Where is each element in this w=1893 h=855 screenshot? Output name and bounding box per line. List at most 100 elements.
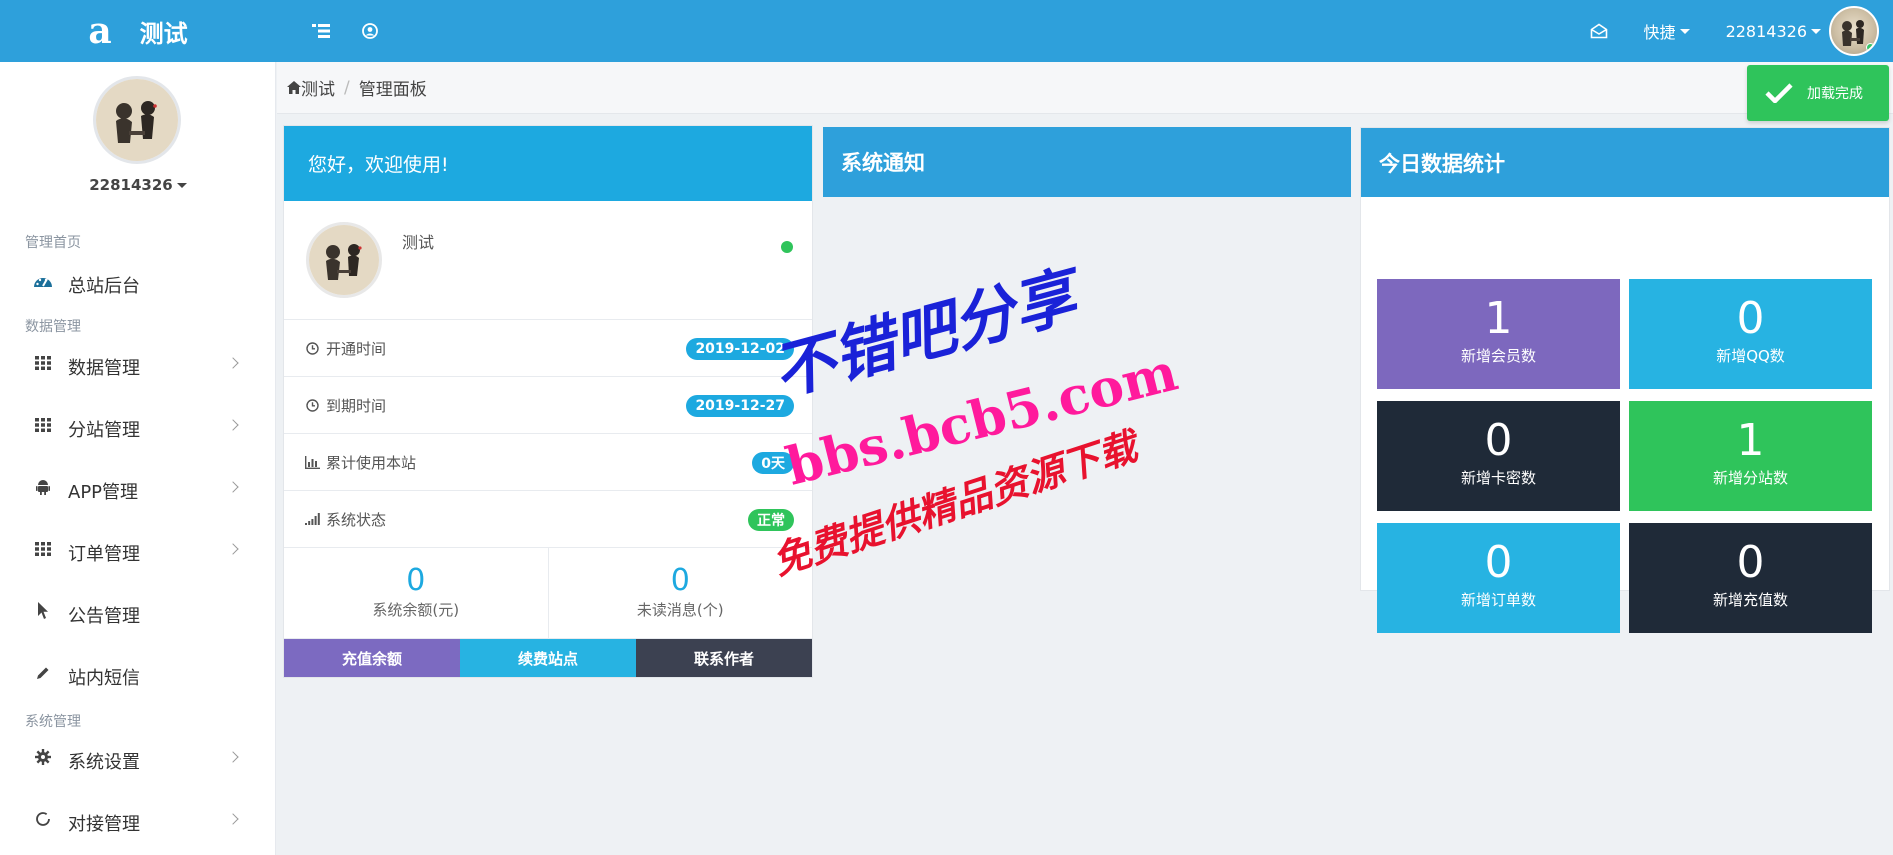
menu-toggle-icon[interactable]: [306, 16, 336, 46]
user-menu-dropdown[interactable]: 22814326: [1708, 22, 1829, 41]
system-status-badge: 正常: [748, 509, 794, 531]
sidebar-item-main-backend[interactable]: 总站后台: [0, 260, 276, 306]
welcome-panel-header: 您好，欢迎使用!: [284, 126, 812, 201]
info-row-system-status: 系统状态 正常: [284, 491, 812, 548]
caret-down-icon: [176, 183, 187, 188]
brand-logo: a: [88, 10, 112, 52]
gear-icon: [33, 747, 53, 767]
system-notice-title: 系统通知: [841, 151, 925, 175]
tile-value: 0: [1484, 415, 1513, 466]
chevron-right-icon: [227, 751, 239, 763]
caret-down-icon: [1679, 28, 1690, 34]
topbar-avatar[interactable]: [1829, 6, 1879, 56]
tile-value: 0: [1484, 537, 1513, 588]
topbar-username: 22814326: [1725, 21, 1807, 41]
contact-author-button[interactable]: 联系作者: [636, 639, 812, 677]
info-label: 系统状态: [326, 510, 387, 529]
sidebar-item-label: 总站后台: [68, 276, 140, 297]
chevron-right-icon: [227, 813, 239, 825]
new-orders-tile: 0 新增订单数: [1377, 523, 1620, 633]
sidebar-item-label: APP管理: [68, 482, 139, 503]
breadcrumb: 测试 / 管理面板: [277, 62, 1893, 114]
sidebar-item-app[interactable]: APP管理: [0, 466, 276, 512]
home-icon: [287, 81, 301, 94]
new-substations-tile: 1 新增分站数: [1629, 401, 1872, 511]
avatar-image: [96, 79, 178, 161]
balance-value: 0: [406, 563, 426, 598]
info-label: 到期时间: [326, 396, 387, 415]
sidebar-item-label: 分站管理: [68, 420, 140, 441]
renew-site-button[interactable]: 续费站点: [460, 639, 636, 677]
online-status-dot: [1866, 43, 1875, 52]
grid-icon: [33, 415, 53, 435]
brand[interactable]: a 测试: [0, 0, 276, 62]
tile-label: 新增订单数: [1460, 591, 1536, 610]
sidebar-item-orders[interactable]: 订单管理: [0, 528, 276, 574]
breadcrumb-separator: /: [344, 77, 350, 98]
topbar-right: 快捷 22814326: [1572, 0, 1893, 62]
loading-complete-toast[interactable]: 加载完成: [1747, 65, 1889, 121]
today-stats-header: 今日数据统计: [1361, 128, 1889, 197]
sidebar-avatar[interactable]: [93, 76, 181, 164]
envelope-open-icon: [1590, 23, 1607, 39]
sidebar-item-label: 数据管理: [68, 358, 140, 379]
balance-stat: 0 系统余额(元): [284, 548, 548, 638]
sidebar-item-label: 订单管理: [68, 544, 140, 565]
account-stats: 0 系统余额(元) 0 未读消息(个): [284, 548, 812, 639]
quick-menu-dropdown[interactable]: 快捷: [1626, 19, 1708, 43]
expire-date-badge: 2019-12-27: [686, 395, 794, 417]
dashboard-icon: [33, 271, 53, 291]
welcome-title: 您好，欢迎使用!: [308, 154, 449, 176]
user-circle-icon[interactable]: [355, 16, 385, 46]
new-qq-tile: 0 新增QQ数: [1629, 279, 1872, 389]
info-row-usage-days: 累计使用本站 0天: [284, 434, 812, 491]
new-members-tile: 1 新增会员数: [1377, 279, 1620, 389]
bar-chart-icon: [304, 454, 320, 470]
sidebar-item-label: 公告管理: [68, 606, 140, 627]
unread-messages-label: 未读消息(个): [636, 601, 724, 619]
usage-days-badge: 0天: [752, 452, 794, 474]
sidebar-item-substations[interactable]: 分站管理: [0, 404, 276, 450]
sidebar-item-announcements[interactable]: 公告管理: [0, 590, 276, 636]
sidebar-item-messages[interactable]: 站内短信: [0, 652, 276, 698]
tile-label: 新增QQ数: [1716, 347, 1785, 366]
toast-message: 加载完成: [1807, 86, 1863, 102]
welcome-panel: 您好，欢迎使用! 测试 开通时间 2019-12-02 到期时间 2019-12…: [283, 125, 813, 678]
nav-section-system: 系统管理: [25, 714, 81, 730]
system-notice-panel: 系统通知: [823, 127, 1351, 197]
pencil-icon: [33, 663, 53, 683]
site-profile: 测试: [284, 201, 812, 320]
sidebar: 22814326 管理首页 总站后台 数据管理 数据管理 分站管理 APP管理 …: [0, 62, 276, 855]
recharge-balance-button[interactable]: 充值余额: [284, 639, 460, 677]
avatar-image: [309, 225, 379, 295]
clock-icon: [304, 340, 320, 356]
clock-icon: [304, 397, 320, 413]
sidebar-item-label: 对接管理: [68, 814, 140, 835]
watermark-line-3: 免费提供精品资源下载: [767, 422, 1147, 584]
tile-label: 新增卡密数: [1460, 469, 1536, 488]
chevron-right-icon: [227, 357, 239, 369]
unread-messages-value: 0: [670, 563, 690, 598]
tile-value: 1: [1736, 415, 1765, 466]
grid-icon: [33, 353, 53, 373]
sidebar-item-data[interactable]: 数据管理: [0, 342, 276, 388]
sidebar-user-dropdown[interactable]: 22814326: [0, 176, 276, 194]
watermark-line-2: bbs.bcb5.com: [780, 342, 1183, 498]
chevron-right-icon: [227, 419, 239, 431]
today-stats-title: 今日数据统计: [1379, 151, 1505, 176]
sidebar-username: 22814326: [89, 176, 173, 194]
tile-value: 0: [1736, 537, 1765, 588]
new-recharges-tile: 0 新增充值数: [1629, 523, 1872, 633]
grid-icon: [33, 539, 53, 559]
site-name: 测试: [402, 233, 435, 252]
action-buttons: 充值余额 续费站点 联系作者: [284, 639, 812, 677]
sidebar-item-label: 系统设置: [68, 752, 140, 773]
mail-button[interactable]: [1572, 23, 1626, 39]
circle-notch-icon: [33, 809, 53, 829]
today-stats-panel: 今日数据统计 1 新增会员数 0 新增QQ数 0 新增卡密数 1 新增分站数 0…: [1360, 127, 1890, 633]
breadcrumb-home-link[interactable]: 测试: [301, 75, 335, 100]
pointer-icon: [33, 601, 53, 621]
tile-value: 0: [1736, 293, 1765, 344]
sidebar-item-system-settings[interactable]: 系统设置: [0, 736, 276, 782]
sidebar-item-integration[interactable]: 对接管理: [0, 798, 276, 844]
